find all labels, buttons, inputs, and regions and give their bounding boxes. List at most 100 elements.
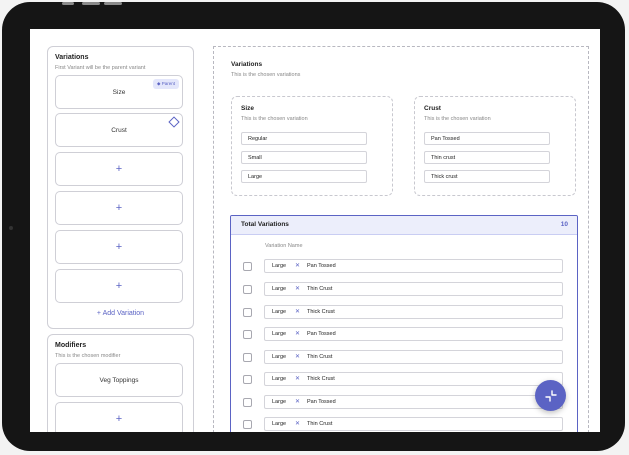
total-variations-header: Total Variations 10 bbox=[231, 216, 577, 235]
row-checkbox[interactable] bbox=[243, 398, 252, 407]
variation-slot-label: Crust bbox=[111, 126, 127, 134]
cross-icon: ✕ bbox=[295, 286, 301, 292]
crust-option[interactable]: Thick crust bbox=[424, 170, 550, 183]
row-checkbox[interactable] bbox=[243, 353, 252, 362]
table-row: Large ✕ Thick Crust bbox=[231, 305, 577, 319]
total-variations-table: Total Variations 10 Variation Name Large… bbox=[230, 215, 578, 432]
plus-icon: + bbox=[115, 413, 123, 425]
row-checkbox[interactable] bbox=[243, 330, 252, 339]
row-size: Large bbox=[272, 263, 287, 269]
row-size: Large bbox=[272, 286, 287, 292]
variation-name-field[interactable]: Large ✕ Pan Tossed bbox=[264, 327, 563, 341]
total-variations-title: Total Variations bbox=[241, 221, 289, 228]
plus-icon: + bbox=[115, 202, 123, 214]
cross-icon: ✕ bbox=[295, 263, 301, 269]
table-row: Large ✕ Thin Crust bbox=[231, 282, 577, 296]
table-row: Large ✕ Thick Crust bbox=[231, 372, 577, 386]
size-variation-card: Size This is the chosen variation Regula… bbox=[231, 96, 393, 196]
cross-icon: ✕ bbox=[295, 376, 301, 382]
camera-dot bbox=[9, 226, 13, 230]
add-modifier-slot[interactable]: + bbox=[55, 402, 183, 432]
hardware-button bbox=[62, 2, 74, 5]
modifier-slot-veg-toppings[interactable]: Veg Toppings bbox=[55, 363, 183, 397]
table-row: Large ✕ Pan Tossed bbox=[231, 259, 577, 273]
main-subtitle: This is the chosen variations bbox=[231, 72, 301, 78]
cross-icon: ✕ bbox=[295, 309, 301, 315]
cross-icon: ✕ bbox=[295, 399, 301, 405]
variations-sidebar-subtitle: First Variant will be the parent variant bbox=[55, 65, 146, 71]
row-checkbox[interactable] bbox=[243, 375, 252, 384]
row-checkbox[interactable] bbox=[243, 285, 252, 294]
row-crust: Thin Crust bbox=[307, 354, 333, 360]
add-variation-slot[interactable]: + bbox=[55, 191, 183, 225]
row-crust: Pan Tossed bbox=[307, 263, 336, 269]
cross-icon: ✕ bbox=[295, 354, 301, 360]
table-row: Large ✕ Pan Tossed bbox=[231, 327, 577, 341]
cross-icon: ✕ bbox=[295, 421, 301, 427]
variation-name-field[interactable]: Large ✕ Thin Crust bbox=[264, 282, 563, 296]
variation-name-field[interactable]: Large ✕ Pan Tossed bbox=[264, 395, 563, 409]
variations-sidebar-card: Variations First Variant will be the par… bbox=[47, 46, 194, 329]
crust-option[interactable]: Pan Tossed bbox=[424, 132, 550, 145]
modifiers-sidebar-card: Modifiers This is the chosen modifier Ve… bbox=[47, 334, 194, 432]
row-crust: Thin Crust bbox=[307, 286, 333, 292]
tablet-frame: Variations First Variant will be the par… bbox=[2, 2, 625, 451]
row-size: Large bbox=[272, 309, 287, 315]
plus-icon: + bbox=[115, 280, 123, 292]
crust-variation-card: Crust This is the chosen variation Pan T… bbox=[414, 96, 576, 196]
variations-sidebar-title: Variations bbox=[55, 54, 89, 61]
row-size: Large bbox=[272, 354, 287, 360]
size-option[interactable]: Small bbox=[241, 151, 367, 164]
table-row: Large ✕ Thin Crust bbox=[231, 350, 577, 364]
main-title: Variations bbox=[231, 61, 263, 68]
crust-option[interactable]: Thin crust bbox=[424, 151, 550, 164]
add-variation-slot[interactable]: + bbox=[55, 152, 183, 186]
collapse-icon bbox=[544, 389, 557, 402]
variation-name-field[interactable]: Large ✕ Thick Crust bbox=[264, 305, 563, 319]
parent-badge: ◆ Parent bbox=[153, 79, 179, 89]
size-card-subtitle: This is the chosen variation bbox=[241, 116, 308, 122]
row-size: Large bbox=[272, 376, 287, 382]
row-size: Large bbox=[272, 331, 287, 337]
hardware-button bbox=[104, 2, 122, 5]
row-crust: Thin Crust bbox=[307, 421, 333, 427]
plus-icon: + bbox=[115, 241, 123, 253]
variation-name-field[interactable]: Large ✕ Thick Crust bbox=[264, 372, 563, 386]
size-card-title: Size bbox=[241, 105, 255, 112]
hardware-button bbox=[82, 2, 100, 5]
variation-name-field[interactable]: Large ✕ Thin Crust bbox=[264, 350, 563, 364]
size-option[interactable]: Large bbox=[241, 170, 367, 183]
variation-slot-label: Size bbox=[112, 88, 126, 96]
diamond-icon bbox=[168, 116, 180, 128]
size-option[interactable]: Regular bbox=[241, 132, 367, 145]
variation-slot-crust[interactable]: Crust bbox=[55, 113, 183, 147]
add-variation-slot[interactable]: + bbox=[55, 269, 183, 303]
row-checkbox[interactable] bbox=[243, 262, 252, 271]
add-variation-link[interactable]: + Add Variation bbox=[48, 310, 193, 317]
add-variation-slot[interactable]: + bbox=[55, 230, 183, 264]
row-crust: Thick Crust bbox=[307, 376, 335, 382]
variation-name-field[interactable]: Large ✕ Pan Tossed bbox=[264, 259, 563, 273]
variation-name-field[interactable]: Large ✕ Thin Crust bbox=[264, 417, 563, 431]
crust-card-subtitle: This is the chosen variation bbox=[424, 116, 491, 122]
cross-icon: ✕ bbox=[295, 331, 301, 337]
app-screen: Variations First Variant will be the par… bbox=[30, 29, 600, 432]
modifier-slot-label: Veg Toppings bbox=[99, 376, 139, 384]
modifiers-sidebar-subtitle: This is the chosen modifier bbox=[55, 353, 121, 359]
modifiers-sidebar-title: Modifiers bbox=[55, 342, 87, 349]
row-crust: Pan Tossed bbox=[307, 399, 336, 405]
variation-slot-size[interactable]: Size ◆ Parent bbox=[55, 75, 183, 109]
row-crust: Pan Tossed bbox=[307, 331, 336, 337]
row-checkbox[interactable] bbox=[243, 420, 252, 429]
crust-card-title: Crust bbox=[424, 105, 441, 112]
row-size: Large bbox=[272, 399, 287, 405]
table-row: Large ✕ Thin Crust bbox=[231, 417, 577, 431]
row-crust: Thick Crust bbox=[307, 309, 335, 315]
column-header-variation-name: Variation Name bbox=[265, 243, 303, 249]
row-size: Large bbox=[272, 421, 287, 427]
total-variations-count: 10 bbox=[560, 221, 568, 228]
table-row: Large ✕ Pan Tossed bbox=[231, 395, 577, 409]
row-checkbox[interactable] bbox=[243, 308, 252, 317]
plus-icon: + bbox=[115, 163, 123, 175]
collapse-fab-button[interactable] bbox=[535, 380, 566, 411]
